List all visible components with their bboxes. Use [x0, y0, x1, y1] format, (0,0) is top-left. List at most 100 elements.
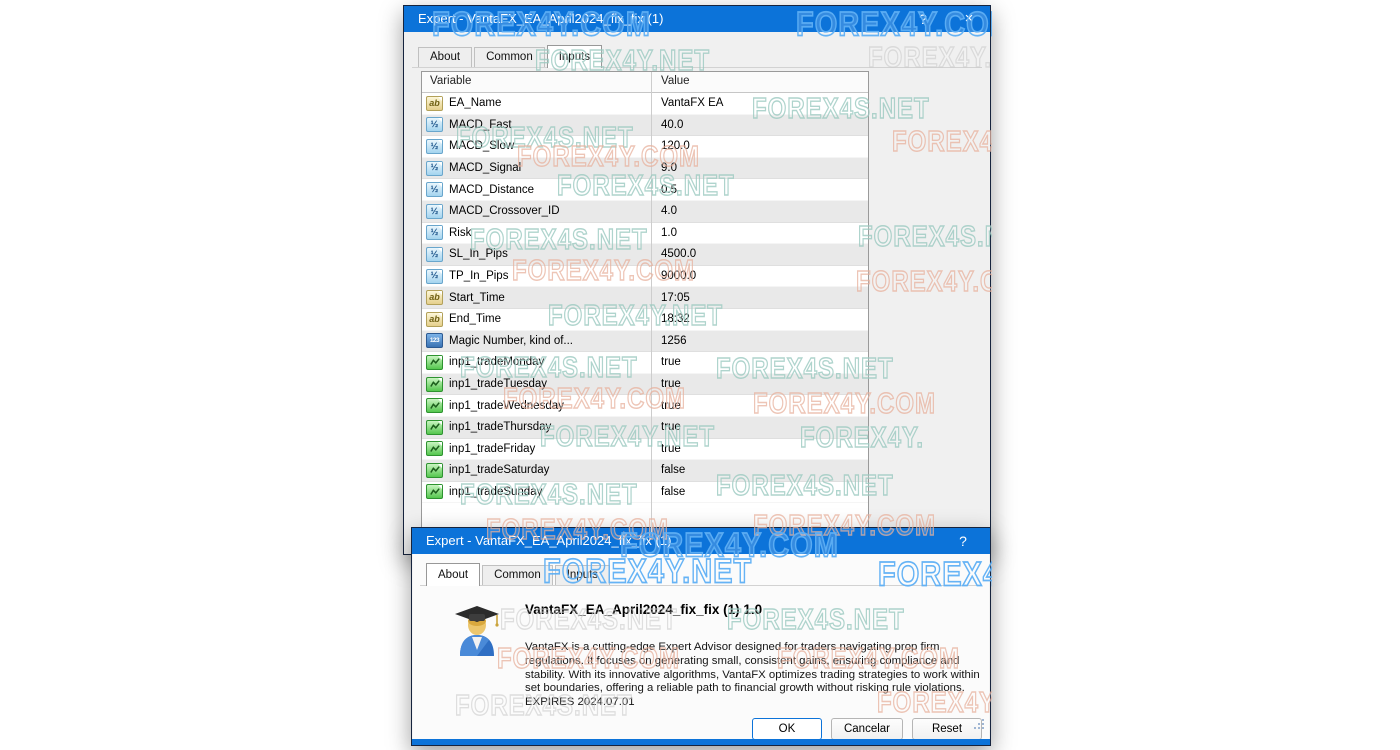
ea-title-version: VantaFX_EA_April2024_fix_fix (1) 1.0: [525, 602, 763, 617]
table-row[interactable]: ½ MACD_Slow 120.0: [422, 136, 868, 158]
bool-chart-glyph: [429, 358, 440, 366]
param-name: inp1_tradeTuesday: [449, 378, 548, 391]
table-row[interactable]: 123 Magic Number, kind of... 1256: [422, 330, 868, 353]
table-row[interactable]: ab EA_Name VantaFX EA: [422, 93, 868, 115]
param-type-icon: [426, 462, 443, 478]
variable-cell: ½ MACD_Signal: [422, 160, 651, 176]
variable-cell: inp1_tradeTuesday: [422, 376, 651, 392]
window-title: Expert - VantaFX_EA_April2024_fix_fix (1…: [418, 11, 664, 26]
parameters-table: Variable Value ab EA_Name VantaFX EA ½ M…: [421, 71, 869, 533]
close-icon[interactable]: ×: [954, 6, 984, 32]
param-value[interactable]: VantaFX EA: [651, 97, 723, 109]
variable-cell: inp1_tradeThursday: [422, 419, 651, 435]
dialog-button[interactable]: Reset: [912, 718, 982, 740]
table-row[interactable]: inp1_tradeWednesday true: [422, 395, 868, 417]
table-row[interactable]: ab Start_Time 17:05: [422, 287, 868, 309]
param-value[interactable]: true: [651, 400, 681, 412]
param-value[interactable]: 40.0: [651, 119, 683, 131]
param-value[interactable]: true: [651, 421, 681, 433]
param-name: Start_Time: [449, 291, 505, 304]
param-value[interactable]: 4.0: [651, 205, 677, 217]
table-row[interactable]: ½ TP_In_Pips 9000.0: [422, 266, 868, 288]
variable-cell: ½ MACD_Fast: [422, 117, 651, 133]
variable-cell: inp1_tradeWednesday: [422, 398, 651, 414]
param-value[interactable]: 18:32: [651, 313, 690, 325]
tab[interactable]: Common: [482, 565, 553, 585]
bool-chart-glyph: [429, 488, 440, 495]
variable-cell: ab EA_Name: [422, 95, 651, 111]
column-header-variable: Variable: [430, 75, 472, 87]
bool-chart-glyph: [429, 423, 440, 431]
variable-cell: ½ MACD_Crossover_ID: [422, 203, 651, 219]
param-value[interactable]: 1.0: [651, 227, 677, 239]
param-value[interactable]: true: [651, 356, 681, 368]
table-row[interactable]: ½ MACD_Signal 9.0: [422, 157, 868, 180]
ea-description-block: VantaFX is a cutting-edge Expert Advisor…: [525, 641, 995, 710]
param-type-icon: [426, 441, 443, 457]
param-type-icon: ½: [426, 203, 443, 219]
table-row[interactable]: ½ Risk 1.0: [422, 223, 868, 245]
param-name: inp1_tradeFriday: [449, 442, 536, 455]
param-value[interactable]: false: [651, 486, 685, 498]
param-type-icon: [426, 398, 443, 414]
tab[interactable]: Inputs: [546, 45, 603, 68]
variable-cell: 123 Magic Number, kind of...: [422, 333, 651, 349]
help-button[interactable]: ?: [908, 6, 938, 32]
table-row[interactable]: inp1_tradeTuesday true: [422, 373, 868, 396]
param-name: MACD_Fast: [449, 118, 512, 131]
bool-chart-glyph: [429, 444, 440, 452]
window-bottom-border: [412, 739, 990, 745]
table-row[interactable]: ½ MACD_Fast 40.0: [422, 114, 868, 137]
param-type-icon: ab: [426, 311, 443, 327]
table-row[interactable]: ½ MACD_Crossover_ID 4.0: [422, 200, 868, 223]
tab-label: About: [438, 569, 469, 581]
window-titlebar[interactable]: Expert - VantaFX_EA_April2024_fix_fix (1…: [412, 528, 990, 554]
tab[interactable]: Inputs: [554, 565, 611, 585]
param-type-icon: [426, 376, 443, 392]
table-row[interactable]: inp1_tradeThursday true: [422, 416, 868, 439]
bool-chart-glyph: [429, 466, 440, 474]
param-value[interactable]: 9.0: [651, 162, 677, 174]
table-row[interactable]: inp1_tradeSunday false: [422, 482, 868, 504]
param-value[interactable]: true: [651, 378, 681, 390]
param-type-icon: 123: [426, 333, 443, 349]
table-row[interactable]: inp1_tradeFriday true: [422, 439, 868, 461]
tab-label: About: [430, 51, 461, 63]
param-type-icon: ½: [426, 117, 443, 133]
variable-cell: ab Start_Time: [422, 290, 651, 306]
table-row[interactable]: ½ SL_In_Pips 4500.0: [422, 244, 868, 266]
dialog-button[interactable]: OK: [751, 718, 822, 740]
variable-cell: ½ SL_In_Pips: [422, 246, 651, 262]
dialog-buttons: OK Cancelar Reset: [751, 718, 982, 740]
variable-cell: ab End_Time: [422, 311, 651, 327]
param-name: MACD_Distance: [449, 183, 534, 196]
table-row[interactable]: ab End_Time 18:32: [422, 309, 868, 331]
param-value[interactable]: false: [651, 464, 685, 476]
param-value[interactable]: true: [651, 443, 681, 455]
table-row[interactable]: inp1_tradeSaturday false: [422, 460, 868, 482]
dialog-button[interactable]: Cancelar: [830, 718, 903, 740]
param-name: inp1_tradeWednesday: [449, 399, 564, 412]
param-value[interactable]: 4500.0: [651, 248, 696, 260]
resize-grip[interactable]: [974, 719, 984, 729]
help-button[interactable]: ?: [948, 528, 978, 554]
tab[interactable]: About: [418, 47, 473, 67]
param-value[interactable]: 0.5: [651, 184, 677, 196]
column-divider: [651, 72, 652, 532]
tab-label: Inputs: [566, 569, 599, 581]
window-title: Expert - VantaFX_EA_April2024_fix_fix (1…: [426, 533, 672, 548]
param-value[interactable]: 1256: [651, 335, 687, 347]
tab[interactable]: Common: [474, 47, 545, 67]
param-value[interactable]: 9000.0: [651, 270, 696, 282]
variable-cell: inp1_tradeMonday: [422, 354, 651, 370]
param-value[interactable]: 17:05: [651, 292, 690, 304]
window-titlebar[interactable]: Expert - VantaFX_EA_April2024_fix_fix (1…: [404, 6, 990, 32]
table-row[interactable]: ½ MACD_Distance 0.5: [422, 179, 868, 201]
expert-advisor-scholar-icon: [455, 606, 499, 656]
param-value[interactable]: 120.0: [651, 140, 690, 152]
param-name: inp1_tradeSaturday: [449, 464, 550, 477]
param-type-icon: ½: [426, 138, 443, 154]
table-row[interactable]: inp1_tradeMonday true: [422, 352, 868, 374]
tab[interactable]: About: [426, 563, 481, 586]
param-name: inp1_tradeMonday: [449, 356, 545, 369]
